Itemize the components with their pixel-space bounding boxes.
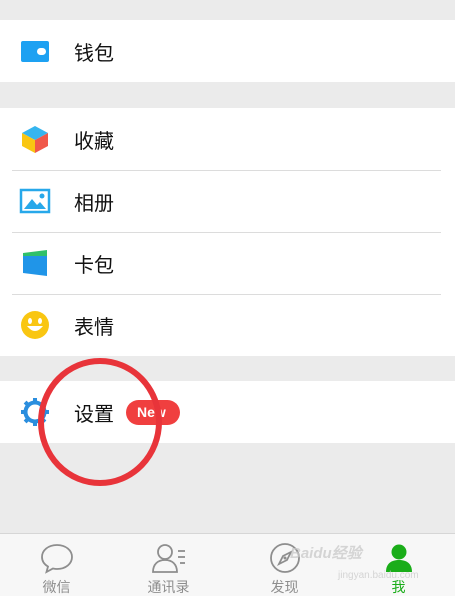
menu-item-label: 卡包 <box>74 252 114 277</box>
menu-item-label: 表情 <box>74 314 114 339</box>
menu-item-settings[interactable]: 设置 New <box>0 381 455 443</box>
compass-icon <box>269 543 300 573</box>
person-icon <box>385 544 412 572</box>
bottom-tab-bar: 微信 通讯录 发现 我 <box>0 533 455 596</box>
menu-item-label: 设置 <box>74 401 114 426</box>
settings-group: 设置 New <box>0 381 455 443</box>
tab-label: 我 <box>391 580 406 596</box>
gear-icon <box>19 396 51 428</box>
menu-item-stickers[interactable]: 表情 <box>0 294 455 356</box>
new-badge: New <box>126 400 180 425</box>
tab-label: 微信 <box>42 580 71 596</box>
menu-item-label: 钱包 <box>74 40 114 65</box>
menu-item-favorites[interactable]: 收藏 <box>0 108 455 170</box>
wallet-group: 钱包 <box>0 20 455 82</box>
me-page-screen: 钱包 收藏 相册 卡包 表情 设置 New 微信 通讯录 发现 我 Baidu经… <box>0 0 455 596</box>
smiley-icon <box>19 309 51 341</box>
menu-item-label: 收藏 <box>74 128 114 153</box>
card-icon <box>19 247 51 279</box>
tab-label: 通讯录 <box>147 580 190 596</box>
chat-bubble-icon <box>40 544 73 574</box>
menu-item-album[interactable]: 相册 <box>0 170 455 232</box>
wallet-icon <box>19 35 51 67</box>
menu-item-cards[interactable]: 卡包 <box>0 232 455 294</box>
tab-chats[interactable]: 微信 <box>0 534 113 596</box>
menu-item-label: 相册 <box>74 190 114 215</box>
collection-group: 收藏 相册 卡包 表情 <box>0 108 455 356</box>
picture-icon <box>19 185 51 217</box>
cube-icon <box>19 123 51 155</box>
contacts-icon <box>151 544 185 573</box>
tab-label: 发现 <box>270 580 299 596</box>
tab-contacts[interactable]: 通讯录 <box>112 534 225 596</box>
menu-item-wallet[interactable]: 钱包 <box>0 20 455 82</box>
tab-me[interactable]: 我 <box>342 534 455 596</box>
tab-discover[interactable]: 发现 <box>228 534 341 596</box>
